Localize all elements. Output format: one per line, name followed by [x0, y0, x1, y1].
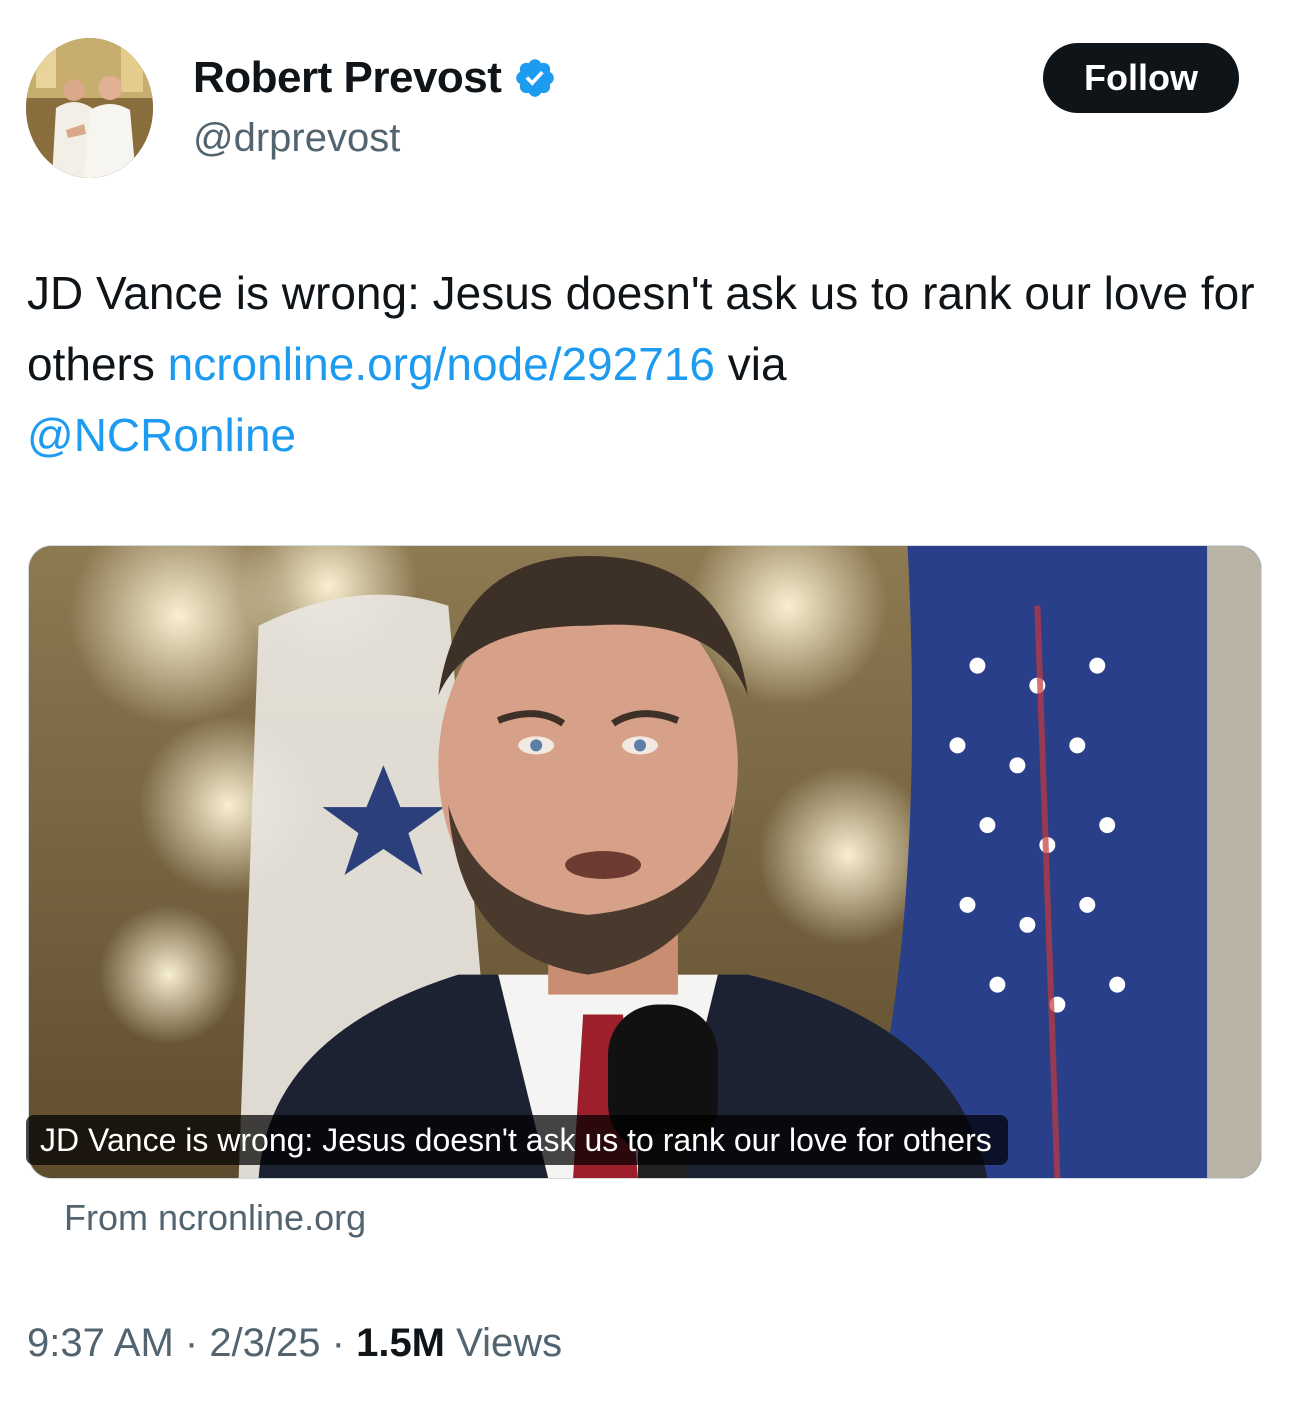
- avatar-photo: [26, 38, 153, 178]
- meta-separator: ·: [320, 1321, 357, 1365]
- mention-link[interactable]: @NCRonline: [27, 409, 296, 461]
- meta-separator: ·: [173, 1321, 210, 1365]
- card-source[interactable]: From ncronline.org: [64, 1196, 366, 1240]
- views-count: 1.5M: [356, 1321, 446, 1365]
- tweet-text: JD Vance is wrong: Jesus doesn't ask us …: [27, 258, 1267, 471]
- card-title: JD Vance is wrong: Jesus doesn't ask us …: [26, 1115, 1008, 1165]
- avatar[interactable]: [26, 38, 153, 178]
- tweet-date[interactable]: 2/3/25: [209, 1321, 320, 1365]
- tweet: Robert Prevost @drprevost Follow JD Vanc…: [0, 0, 1290, 1409]
- link-card[interactable]: [28, 545, 1262, 1179]
- display-name[interactable]: Robert Prevost: [193, 52, 502, 104]
- views-label: Views: [445, 1321, 563, 1365]
- card-image: [29, 546, 1261, 1178]
- author-name-row: Robert Prevost: [193, 52, 557, 104]
- tweet-text-part2: via: [714, 338, 787, 390]
- verified-badge-icon: [516, 59, 555, 97]
- tweet-time[interactable]: 9:37 AM: [27, 1321, 174, 1365]
- article-link[interactable]: ncronline.org/node/292716: [168, 338, 715, 390]
- follow-button[interactable]: Follow: [1043, 43, 1239, 113]
- tweet-meta: 9:37 AM · 2/3/25 · 1.5M Views: [27, 1318, 562, 1368]
- author-handle[interactable]: @drprevost: [193, 114, 400, 162]
